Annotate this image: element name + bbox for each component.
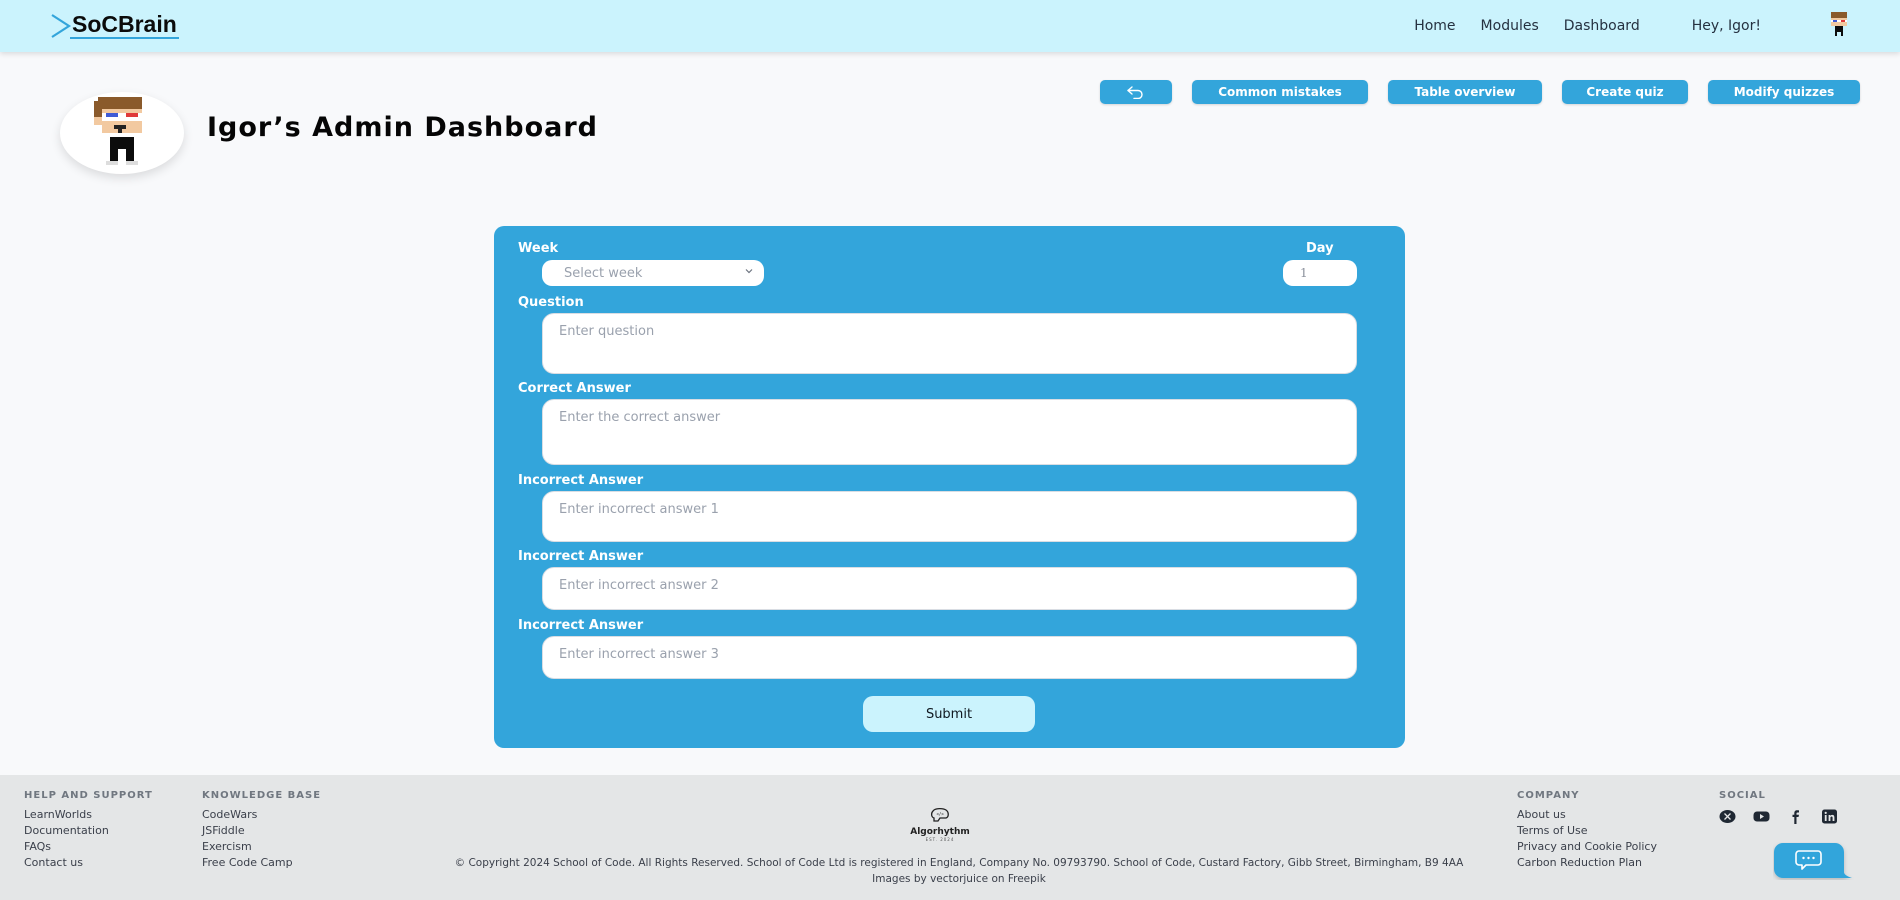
pixel-character-icon: [94, 97, 142, 165]
common-mistakes-button[interactable]: Common mistakes: [1192, 80, 1368, 104]
footer-link-about[interactable]: About us: [1517, 809, 1657, 821]
x-icon[interactable]: [1719, 809, 1736, 824]
chat-support-button[interactable]: [1773, 842, 1855, 880]
footer-company-column: COMPANY About us Terms of Use Privacy an…: [1517, 790, 1657, 873]
correct-answer-textarea[interactable]: [542, 399, 1357, 465]
footer-link-documentation[interactable]: Documentation: [24, 825, 153, 837]
footer-link-exercism[interactable]: Exercism: [202, 841, 321, 853]
site-footer: HELP AND SUPPORT LearnWorlds Documentati…: [0, 775, 1900, 900]
main-nav: Home Modules Dashboard Hey, Igor!: [1414, 0, 1900, 52]
nav-home[interactable]: Home: [1414, 18, 1455, 34]
week-select-value: Select week: [564, 265, 643, 281]
footer-knowledge-heading: KNOWLEDGE BASE: [202, 790, 322, 801]
submit-button[interactable]: Submit: [863, 696, 1035, 732]
nav-dashboard[interactable]: Dashboard: [1564, 18, 1640, 34]
footer-social-heading: SOCIAL: [1719, 790, 1766, 801]
footer-link-privacy[interactable]: Privacy and Cookie Policy: [1517, 841, 1657, 853]
algorhythm-logo: </> Algorhythm EST. 2024: [905, 807, 975, 842]
back-button[interactable]: [1100, 80, 1172, 104]
create-question-form: Week Select week Day Question Correct An…: [494, 226, 1405, 748]
incorrect-answer-2-textarea[interactable]: [542, 567, 1357, 610]
week-label: Week: [518, 241, 559, 256]
footer-social-column: SOCIAL: [1719, 790, 1838, 824]
incorrect-answer-2-label: Incorrect Answer: [518, 549, 644, 564]
week-select[interactable]: Select week: [542, 260, 764, 286]
footer-link-learnworlds[interactable]: LearnWorlds: [24, 809, 153, 821]
footer-link-faqs[interactable]: FAQs: [24, 841, 153, 853]
social-links: [1719, 809, 1838, 824]
footer-link-jsfiddle[interactable]: JSFiddle: [202, 825, 321, 837]
image-credits: Images by vectorjuice on Freepik: [872, 873, 1046, 885]
day-input[interactable]: [1283, 260, 1357, 286]
footer-link-terms[interactable]: Terms of Use: [1517, 825, 1657, 837]
footer-help-heading: HELP AND SUPPORT: [24, 790, 153, 801]
modify-quizzes-button[interactable]: Modify quizzes: [1708, 80, 1860, 104]
table-overview-button[interactable]: Table overview: [1388, 80, 1542, 104]
algorhythm-est: EST. 2024: [925, 837, 955, 842]
facebook-icon[interactable]: [1787, 809, 1804, 824]
footer-company-heading: COMPANY: [1517, 790, 1580, 801]
incorrect-answer-3-label: Incorrect Answer: [518, 618, 644, 633]
user-greeting: Hey, Igor!: [1691, 18, 1761, 34]
linkedin-icon[interactable]: [1821, 809, 1838, 824]
day-label: Day: [1306, 241, 1334, 256]
brand-name: SoCBrain: [70, 11, 179, 39]
top-navbar: SoCBrain Home Modules Dashboard Hey, Igo…: [0, 0, 1900, 52]
nav-modules[interactable]: Modules: [1481, 18, 1539, 34]
footer-link-carbon[interactable]: Carbon Reduction Plan: [1517, 857, 1657, 869]
admin-action-bar: Common mistakes Table overview Create qu…: [1100, 80, 1860, 104]
page-title: Igor’s Admin Dashboard: [207, 112, 598, 143]
user-avatar-icon[interactable]: [1823, 10, 1855, 42]
question-textarea[interactable]: [542, 313, 1357, 374]
footer-link-codewars[interactable]: CodeWars: [202, 809, 321, 821]
correct-answer-label: Correct Answer: [518, 381, 631, 396]
question-label: Question: [518, 295, 584, 310]
youtube-icon[interactable]: [1753, 809, 1770, 824]
create-quiz-button[interactable]: Create quiz: [1562, 80, 1688, 104]
incorrect-answer-1-label: Incorrect Answer: [518, 473, 644, 488]
incorrect-answer-1-textarea[interactable]: [542, 491, 1357, 542]
chevron-down-icon: [745, 269, 753, 274]
svg-text:</>: </>: [937, 812, 945, 817]
brain-code-icon: </>: [930, 807, 949, 822]
profile-avatar: [60, 92, 184, 174]
undo-arrow-icon: [1127, 86, 1143, 99]
brand-logo-link[interactable]: SoCBrain: [50, 12, 179, 39]
incorrect-answer-3-textarea[interactable]: [542, 636, 1357, 679]
algorhythm-name: Algorhythm: [910, 827, 970, 837]
chevron-right-logo-icon: [51, 14, 72, 38]
